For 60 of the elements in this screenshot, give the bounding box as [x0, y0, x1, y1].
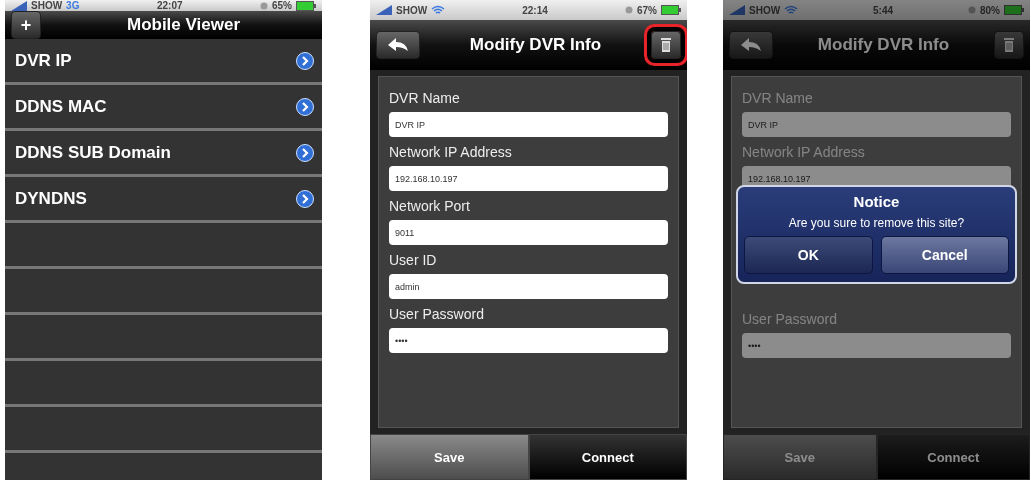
back-arrow-icon — [739, 37, 763, 53]
tab-button[interactable]: Save — [370, 434, 529, 480]
dialog-message: Are you sure to remove this site? — [788, 216, 965, 230]
field-label: User Password — [389, 306, 485, 322]
battery-icon — [661, 5, 681, 15]
text-field[interactable]: •••• — [742, 333, 1011, 358]
signal-icon — [729, 5, 745, 15]
text-field[interactable]: 9011 — [389, 220, 668, 245]
network-type: 3G — [66, 0, 80, 11]
battery-percent: 80% — [980, 4, 1000, 16]
disclosure-chevron-icon — [296, 97, 314, 116]
field-label: User Password — [742, 311, 838, 327]
text-field[interactable]: 192.168.10.197 — [389, 166, 668, 191]
carrier-name: SHOW — [31, 0, 63, 11]
field-label: User ID — [389, 252, 438, 268]
wifi-icon — [431, 5, 446, 15]
tab-button[interactable]: Connect — [528, 434, 687, 480]
status-time: 22:07 — [155, 0, 184, 11]
tab-button[interactable]: Connect — [876, 434, 1030, 480]
list-row[interactable]: DDNS MAC — [5, 85, 322, 131]
dialog-title: Notice — [853, 193, 900, 210]
status-time: 5:44 — [872, 4, 895, 16]
list-row[interactable]: DYNDNS — [5, 177, 322, 223]
battery-percent: 65% — [272, 0, 292, 11]
signal-icon — [376, 5, 392, 15]
field-label: Network Port — [389, 198, 471, 214]
disclosure-chevron-icon — [296, 189, 314, 208]
nav-title: Mobile Viewer — [125, 15, 242, 35]
field-label: Network IP Address — [742, 144, 866, 160]
row-label: DYNDNS — [15, 188, 87, 209]
wifi-icon — [784, 5, 799, 15]
text-field[interactable]: admin — [389, 274, 668, 299]
text-field[interactable]: DVR IP — [742, 112, 1011, 137]
battery-icon — [296, 0, 316, 11]
field-label: Network IP Address — [389, 144, 513, 160]
nav-title: Modify DVR Info — [468, 35, 603, 55]
carrier-name: SHOW — [396, 4, 428, 16]
nav-title: Modify DVR Info — [816, 35, 951, 55]
text-field[interactable]: DVR IP — [389, 112, 668, 137]
dialog-button[interactable]: OK — [744, 236, 873, 274]
back-button[interactable] — [376, 31, 420, 59]
row-label: DDNS SUB Domain — [15, 142, 171, 163]
row-label: DDNS MAC — [15, 96, 107, 117]
text-field[interactable]: •••• — [389, 328, 668, 353]
battery-icon — [1004, 5, 1024, 15]
trash-icon — [660, 37, 672, 53]
row-label: DVR IP — [15, 50, 72, 71]
back-arrow-icon — [386, 37, 410, 53]
status-time: 22:14 — [521, 4, 549, 16]
disclosure-chevron-icon — [296, 143, 314, 162]
carrier-name: SHOW — [749, 4, 781, 16]
field-label: DVR Name — [742, 90, 814, 106]
list-row[interactable]: DDNS SUB Domain — [5, 131, 322, 177]
trash-icon — [1003, 37, 1015, 53]
dialog-button[interactable]: Cancel — [880, 236, 1009, 274]
battery-percent: 67% — [637, 4, 657, 16]
add-button[interactable]: + — [11, 11, 41, 39]
field-label: DVR Name — [389, 90, 461, 106]
list-row[interactable]: DVR IP — [5, 39, 322, 85]
disclosure-chevron-icon — [296, 51, 314, 70]
